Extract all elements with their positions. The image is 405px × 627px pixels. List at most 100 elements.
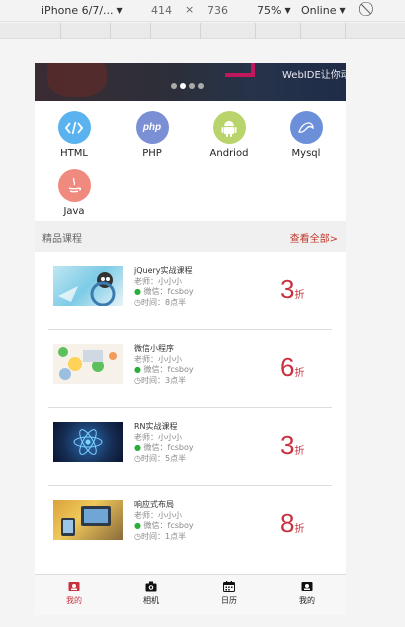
banner-artwork (225, 63, 255, 77)
zoom-select[interactable]: 75% ▼ (257, 4, 291, 17)
category-label: PHP (142, 148, 162, 159)
tab-label: 相机 (143, 596, 159, 605)
category-java[interactable]: Java (39, 169, 109, 217)
course-item[interactable]: 响应式布局 老师：小小小 ● 微信：fcsboy ◷时间：1点半 8折 (48, 486, 332, 564)
course-wechat: 微信：fcsboy (143, 365, 194, 374)
camera-icon (145, 581, 157, 592)
discount-unit: 折 (294, 524, 305, 535)
course-title: 响应式布局 (134, 500, 174, 509)
course-thumbnail (53, 344, 123, 384)
category-grid: HTML php PHP Andriod Mysql Java (35, 101, 346, 221)
calendar-icon (223, 581, 235, 592)
dropdown-arrow-icon: ▼ (284, 6, 291, 15)
course-wechat: 微信：fcsboy (143, 521, 194, 530)
category-mysql[interactable]: Mysql (271, 111, 341, 159)
course-item[interactable]: RN实战课程 老师：小小小 ● 微信：fcsboy ◷时间：5点半 3折 (48, 408, 332, 486)
category-android[interactable]: Andriod (194, 111, 264, 159)
course-time: 时间：3点半 (140, 375, 187, 385)
clock-icon: ◷ (134, 531, 141, 541)
tab-camera[interactable]: 相机 (121, 581, 181, 606)
category-html[interactable]: HTML (39, 111, 109, 159)
device-name: iPhone 6/7/... (41, 4, 114, 17)
java-icon (57, 169, 91, 202)
tab-label: 我的 (66, 596, 82, 605)
carousel-dot[interactable] (171, 83, 177, 89)
course-discount: 8折 (280, 508, 304, 539)
section-title: 精品课程 (42, 234, 82, 245)
course-time: 时间：8点半 (140, 297, 187, 307)
course-discount: 3折 (280, 274, 304, 305)
banner-caption: WebIDE让你动 (282, 70, 346, 81)
course-wechat: 微信：fcsboy (143, 443, 194, 452)
category-label: Java (63, 206, 85, 217)
course-thumbnail (53, 266, 123, 306)
android-icon (212, 111, 246, 144)
discount-number: 3 (280, 274, 295, 304)
discount-unit: 折 (294, 368, 305, 379)
course-info: 微信小程序 老师：小小小 ● 微信：fcsboy ◷时间：3点半 (134, 344, 194, 386)
section-header: 精品课程 查看全部> (35, 221, 346, 252)
course-teacher: 老师：小小小 (134, 432, 182, 442)
discount-number: 3 (280, 430, 295, 460)
phone-viewport: WebIDE让你动 HTML php PHP Andriod Mysql Jav… (35, 63, 346, 615)
course-discount: 3折 (280, 430, 304, 461)
course-title: jQuery实战课程 (134, 266, 193, 275)
wechat-icon: ● (134, 365, 141, 374)
course-teacher: 老师：小小小 (134, 276, 182, 286)
course-discount: 6折 (280, 352, 304, 383)
category-php[interactable]: php PHP (117, 111, 187, 159)
banner-carousel[interactable]: WebIDE让你动 (35, 63, 346, 101)
banner-artwork (47, 63, 107, 97)
course-info: RN实战课程 老师：小小小 ● 微信：fcsboy ◷时间：5点半 (134, 422, 194, 464)
discount-unit: 折 (294, 290, 305, 301)
tab-mine[interactable]: 我的 (44, 581, 104, 606)
course-thumbnail (53, 500, 123, 540)
discount-number: 8 (280, 508, 295, 538)
zoom-value: 75% (257, 4, 282, 17)
carousel-indicator (171, 83, 204, 89)
bottom-tab-bar: 我的 相机 日历 我的 (35, 574, 346, 615)
course-time: 时间：5点半 (140, 453, 187, 463)
carousel-dot[interactable] (198, 83, 204, 89)
carousel-dot-active[interactable] (180, 83, 186, 89)
media-query-ruler (0, 23, 405, 39)
tab-calendar[interactable]: 日历 (199, 581, 259, 606)
tab-mine-2[interactable]: 我的 (277, 581, 337, 606)
viewport-width-field[interactable]: 414 (151, 4, 172, 17)
view-all-link[interactable]: 查看全部> (290, 230, 338, 245)
user-card-icon (68, 582, 80, 591)
course-item[interactable]: 微信小程序 老师：小小小 ● 微信：fcsboy ◷时间：3点半 6折 (48, 330, 332, 408)
discount-number: 6 (280, 352, 295, 382)
network-value: Online (301, 4, 337, 17)
tab-label: 我的 (299, 596, 315, 605)
dropdown-arrow-icon: ▼ (116, 6, 123, 15)
category-label: Andriod (209, 148, 249, 159)
clock-icon: ◷ (134, 453, 141, 463)
device-select[interactable]: iPhone 6/7/... ▼ (41, 4, 123, 17)
course-wechat: 微信：fcsboy (143, 287, 194, 296)
course-info: 响应式布局 老师：小小小 ● 微信：fcsboy ◷时间：1点半 (134, 500, 194, 542)
discount-unit: 折 (294, 446, 305, 457)
times-icon: × (185, 3, 195, 16)
wechat-icon: ● (134, 287, 141, 296)
category-label: Mysql (291, 148, 321, 159)
mysql-icon (289, 111, 323, 144)
clock-icon: ◷ (134, 375, 141, 385)
code-icon (57, 111, 91, 144)
user-card-icon (301, 582, 313, 591)
network-select[interactable]: Online ▼ (301, 4, 346, 17)
course-time: 时间：1点半 (140, 531, 187, 541)
clock-icon: ◷ (134, 297, 141, 307)
tab-label: 日历 (221, 596, 237, 605)
dropdown-arrow-icon: ▼ (339, 6, 346, 15)
course-info: jQuery实战课程 老师：小小小 ● 微信：fcsboy ◷时间：8点半 (134, 266, 194, 308)
category-label: HTML (60, 148, 88, 159)
carousel-dot[interactable] (189, 83, 195, 89)
course-teacher: 老师：小小小 (134, 354, 182, 364)
course-item[interactable]: jQuery实战课程 老师：小小小 ● 微信：fcsboy ◷时间：8点半 3折 (48, 252, 332, 330)
viewport-height-field[interactable]: 736 (207, 4, 228, 17)
course-thumbnail (53, 422, 123, 462)
php-icon: php (135, 111, 169, 144)
course-title: 微信小程序 (134, 344, 174, 353)
devtools-toolbar: iPhone 6/7/...▼ 414 × 736 75%▼ Online▼ ⃠ (0, 0, 405, 22)
